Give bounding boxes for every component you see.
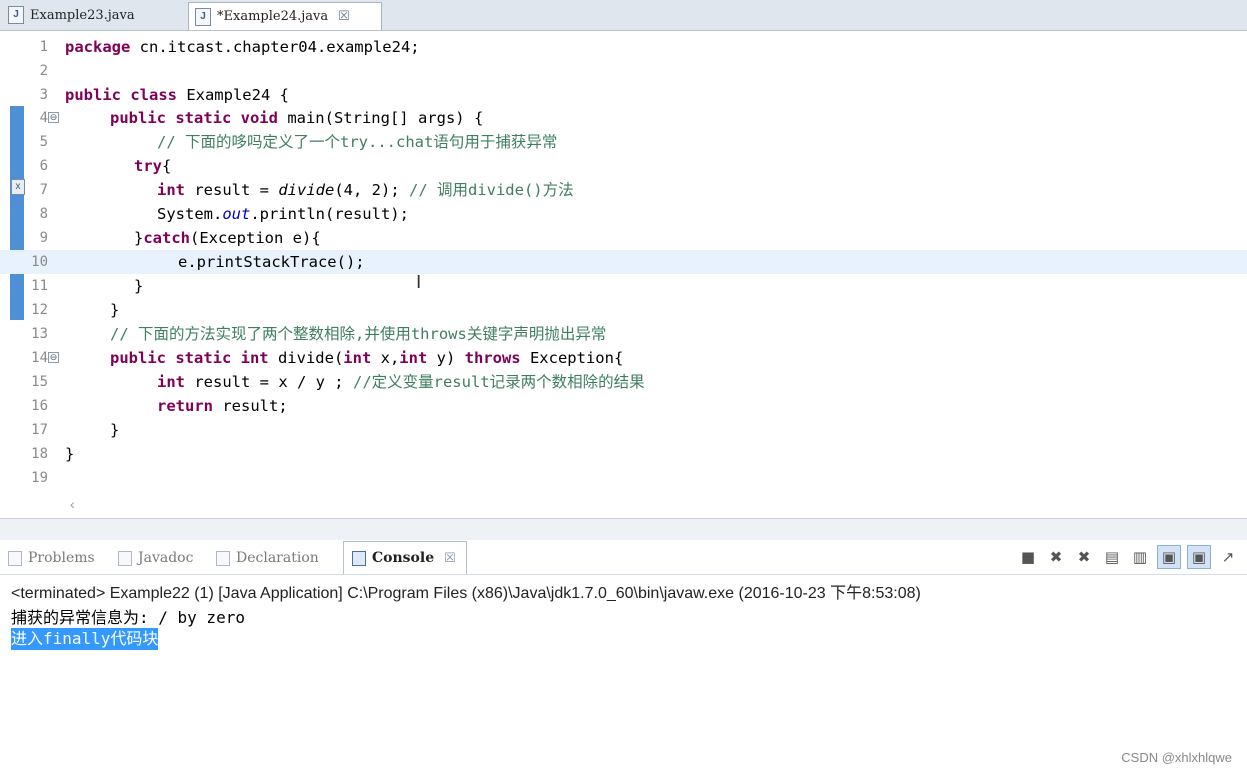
- code-line: 16 return result;: [31, 397, 288, 415]
- tab-declaration[interactable]: Declaration: [216, 546, 319, 570]
- console-status: <terminated> Example22 (1) [Java Applica…: [11, 585, 921, 602]
- code-line: 15 int result = x / y ; //定义变量result记录两个数…: [31, 373, 645, 391]
- console-output[interactable]: <terminated> Example22 (1) [Java Applica…: [0, 575, 1247, 773]
- view-tab-bar: Problems Javadoc Declaration Console ☒ ■…: [0, 540, 1247, 575]
- code-line: 17}: [31, 421, 120, 439]
- code-line: 14 ⊖ public static int divide(int x,int y)…: [31, 349, 624, 367]
- tab-label: Problems: [28, 550, 95, 566]
- view-divider: [0, 518, 1247, 541]
- tab-example24[interactable]: J *Example24.java ☒: [188, 2, 382, 30]
- fold-icon[interactable]: ⊖: [48, 352, 59, 363]
- code-line: 19: [31, 470, 48, 486]
- problems-icon: [8, 550, 22, 566]
- code-line: 5// 下面的哆吗定义了一个try...chat语句用于捕获异常: [39, 133, 558, 151]
- stop-icon[interactable]: ■: [1017, 546, 1039, 568]
- code-line: 3 public class Example24 {: [39, 86, 289, 104]
- tab-problems[interactable]: Problems: [8, 546, 95, 570]
- tab-label: Console: [372, 550, 435, 566]
- code-line: 7 int result = divide(4, 2); // 调用divide(…: [39, 181, 574, 199]
- console-line-selected: 进入finally代码块: [11, 628, 159, 650]
- tab-example23[interactable]: J Example23.java: [8, 2, 183, 28]
- code-line: 1 package cn.itcast.chapter04.example24;: [39, 38, 420, 56]
- horizontal-scrollbar[interactable]: ‹: [66, 496, 1247, 514]
- close-icon[interactable]: ☒: [444, 551, 456, 566]
- code-line: 8 System.out.println(result);: [39, 205, 409, 223]
- code-line: 11}: [31, 277, 144, 295]
- java-file-icon: J: [195, 7, 211, 26]
- clear-console-icon[interactable]: ▤: [1101, 546, 1123, 568]
- tab-console[interactable]: Console ☒: [343, 541, 467, 574]
- tab-label: Javadoc: [138, 550, 194, 566]
- tab-label: Declaration: [236, 550, 319, 566]
- tab-javadoc[interactable]: Javadoc: [118, 546, 193, 570]
- remove-all-icon[interactable]: ✖: [1073, 546, 1095, 568]
- declaration-icon: [216, 550, 230, 566]
- code-line-current: 10 e.printStackTrace();: [0, 250, 1247, 274]
- code-line: 4 ⊖ public static void main(String[] args)…: [39, 109, 484, 127]
- remove-launch-icon[interactable]: ✖: [1045, 546, 1067, 568]
- scroll-left-icon[interactable]: ‹: [70, 496, 75, 512]
- text-cursor-icon: I: [416, 272, 422, 293]
- tab-label: *Example24.java: [217, 9, 329, 24]
- console-icon: [352, 550, 366, 566]
- code-line: 18}: [31, 445, 75, 463]
- tab-label: Example23.java: [30, 7, 135, 23]
- editor-tab-bar: J Example23.java J *Example24.java ☒: [0, 0, 1247, 31]
- watermark: CSDN @xhlxhlqwe: [1121, 750, 1232, 765]
- console-line: 捕获的异常信息为: / by zero: [11, 608, 245, 627]
- pin-console-icon[interactable]: ↗: [1217, 546, 1239, 568]
- scroll-lock-icon[interactable]: ▥: [1129, 546, 1151, 568]
- code-line: 13// 下面的方法实现了两个整数相除,并使用throws关键字声明抛出异常: [31, 325, 607, 343]
- code-editor[interactable]: x 1 package cn.itcast.chapter04.example24…: [0, 31, 1247, 512]
- show-on-stderr-icon[interactable]: ▣: [1187, 545, 1211, 569]
- fold-icon[interactable]: ⊖: [48, 112, 59, 123]
- code-line: 2: [39, 63, 48, 79]
- code-line: 6 try{: [39, 157, 172, 175]
- java-file-icon: J: [8, 6, 24, 24]
- console-toolbar: ■ ✖ ✖ ▤ ▥ ▣ ▣ ↗: [1017, 543, 1239, 571]
- code-line: 12}: [31, 301, 120, 319]
- javadoc-icon: [118, 550, 132, 566]
- code-line: 9}catch(Exception e){: [39, 229, 321, 247]
- close-icon[interactable]: ☒: [338, 9, 350, 24]
- show-on-stdout-icon[interactable]: ▣: [1157, 545, 1181, 569]
